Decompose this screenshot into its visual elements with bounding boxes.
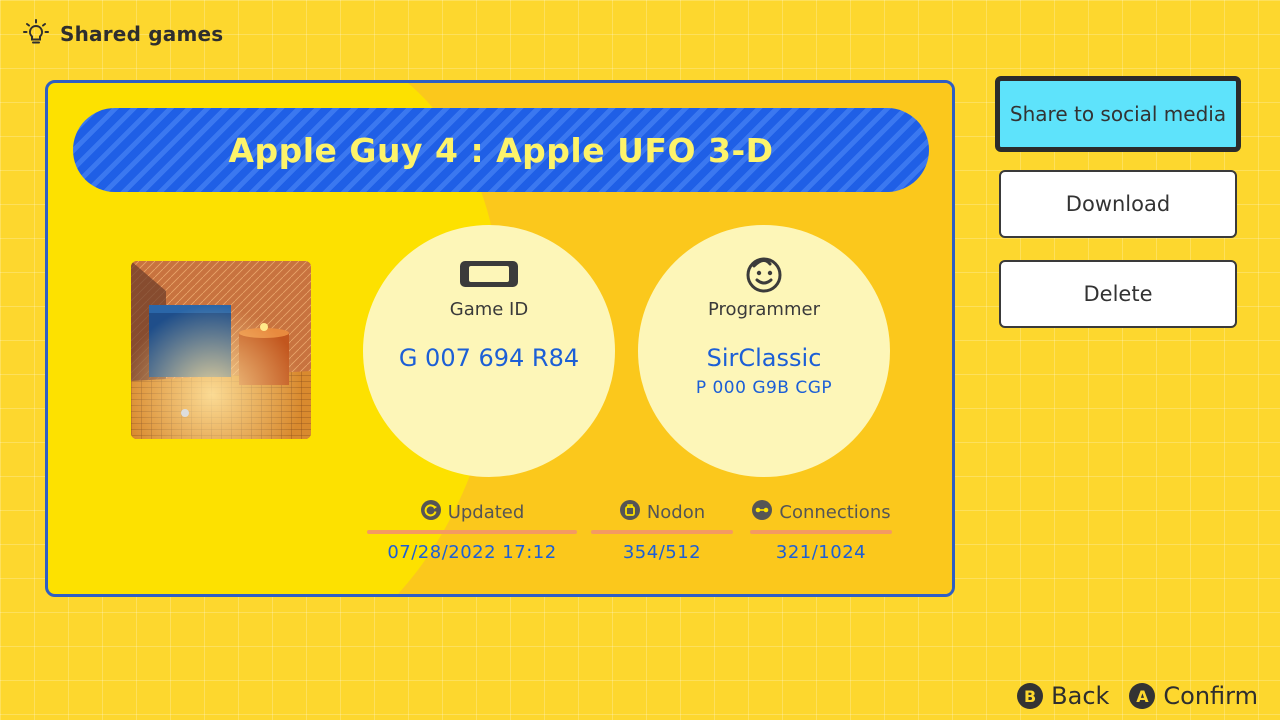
lightbulb-icon	[22, 18, 50, 50]
stat-divider	[750, 530, 892, 534]
stat-updated-label: Updated	[447, 501, 525, 523]
stat-nodon-label: Nodon	[646, 501, 706, 523]
programmer-name: SirClassic	[706, 344, 822, 372]
download-button[interactable]: Download	[999, 170, 1237, 238]
refresh-icon	[420, 499, 442, 525]
confirm-label: Confirm	[1163, 682, 1258, 710]
stat-updated: Updated 07/28/2022 17:12	[367, 499, 577, 563]
programmer-id: P 000 G9B CGP	[695, 378, 833, 398]
game-detail-card: Apple Guy 4 : Apple UFO 3-D Game ID G 00…	[45, 80, 955, 597]
share-to-social-media-button[interactable]: Share to social media	[995, 76, 1241, 152]
controller-hints: B Back A Confirm	[1017, 682, 1258, 710]
stat-nodon-value: 354/512	[622, 542, 702, 563]
page-header: Shared games	[22, 18, 223, 50]
b-button-icon: B	[1017, 683, 1044, 709]
programmer-panel: Programmer SirClassic P 000 G9B CGP	[638, 225, 890, 477]
stat-connections-label: Connections	[779, 501, 891, 523]
game-title: Apple Guy 4 : Apple UFO 3-D	[228, 130, 774, 170]
stat-divider	[591, 530, 733, 534]
game-thumbnail	[131, 261, 311, 439]
stat-connections: Connections 321/1024	[750, 499, 892, 563]
back-label: Back	[1051, 682, 1110, 710]
smiley-face-icon	[744, 257, 784, 293]
page-title: Shared games	[60, 22, 224, 46]
connection-icon	[751, 499, 773, 525]
nodon-icon	[619, 499, 641, 525]
confirm-hint[interactable]: A Confirm	[1129, 682, 1258, 710]
game-id-label: Game ID	[449, 299, 529, 320]
game-id-panel: Game ID G 007 694 R84	[363, 225, 615, 477]
delete-button[interactable]: Delete	[999, 260, 1237, 328]
game-console-icon	[459, 257, 519, 291]
stat-divider	[367, 530, 577, 534]
a-button-icon: A	[1129, 683, 1156, 709]
programmer-label: Programmer	[708, 299, 820, 320]
stat-connections-value: 321/1024	[775, 542, 867, 563]
game-title-banner: Apple Guy 4 : Apple UFO 3-D	[73, 108, 929, 192]
back-hint[interactable]: B Back	[1017, 682, 1109, 710]
stat-nodon: Nodon 354/512	[591, 499, 733, 563]
stat-updated-value: 07/28/2022 17:12	[387, 542, 557, 563]
game-id-value: G 007 694 R84	[398, 344, 580, 372]
